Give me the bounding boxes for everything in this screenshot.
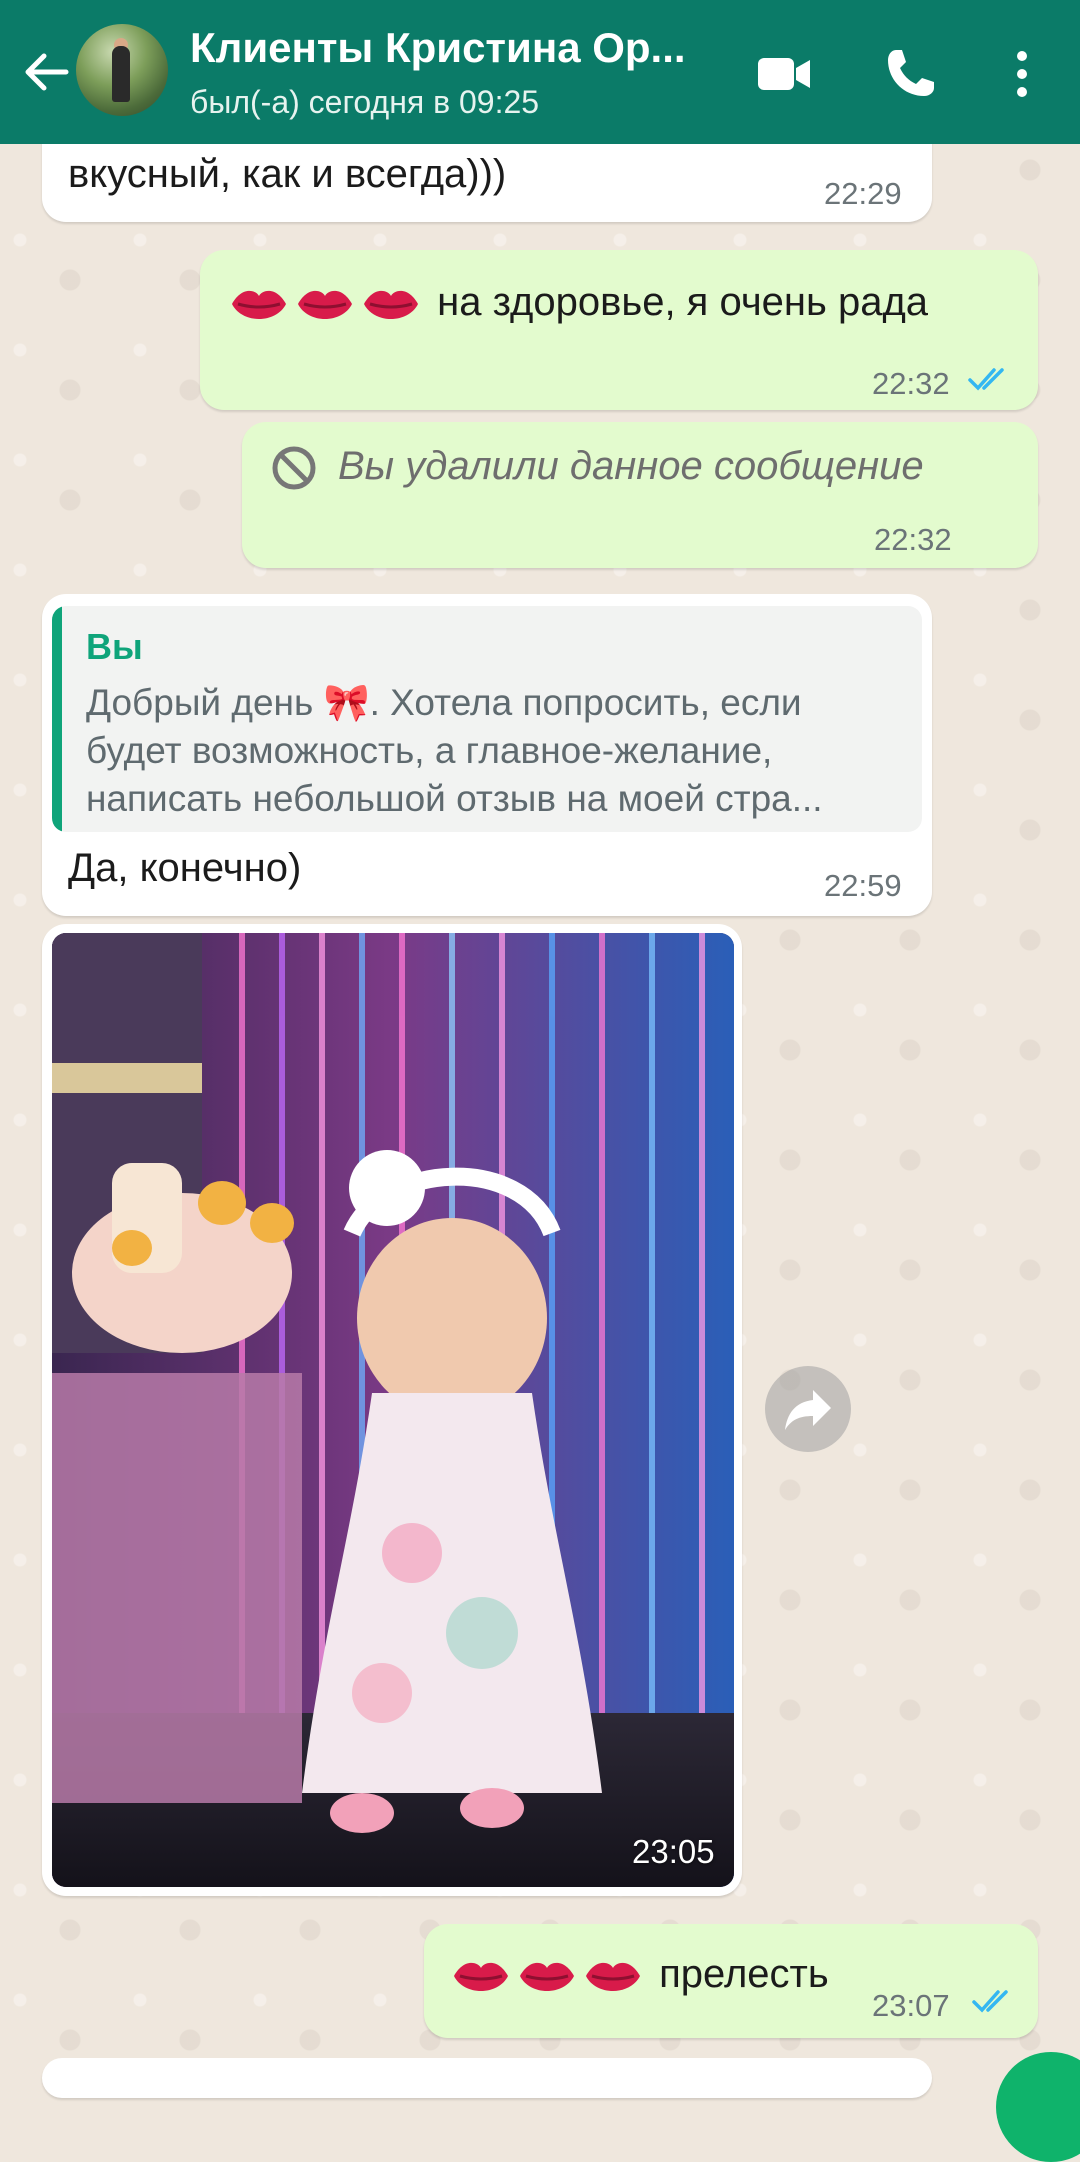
kiss-icon xyxy=(298,291,352,320)
contact-avatar[interactable] xyxy=(76,24,168,116)
chat-header: Клиенты Кристина Ор... был(-а) сегодня в… xyxy=(0,0,1080,144)
quote-line: будет возможность, а главное-желание, xyxy=(86,730,773,771)
chat-photo[interactable]: 23:05 xyxy=(52,933,734,1887)
quote-line: Добрый день 🎀. Хотела попросить, если xyxy=(86,682,802,723)
kiss-emoji-group xyxy=(228,280,437,324)
quote-author: Вы xyxy=(86,626,143,667)
message-text: Да, конечно) xyxy=(68,846,302,890)
video-call-icon[interactable] xyxy=(754,44,814,104)
quote-line: написать небольшой отзыв на моей стра... xyxy=(86,778,823,819)
deleted-icon xyxy=(272,446,316,490)
message-time: 23:07 xyxy=(872,1988,950,2023)
message-time: 22:32 xyxy=(874,522,952,557)
contact-name[interactable]: Клиенты Кристина Ор... xyxy=(190,24,730,72)
kiss-icon xyxy=(454,1963,508,1992)
photo-content xyxy=(52,933,734,1887)
deleted-message[interactable]: Вы удалили данное сообщение 22:32 xyxy=(242,422,1038,568)
forward-icon xyxy=(785,1390,831,1430)
double-check-icon xyxy=(968,368,1004,391)
incoming-message-partial[interactable] xyxy=(42,2058,932,2098)
message-text-body: на здоровье, я очень рада xyxy=(437,280,929,324)
outgoing-message[interactable]: на здоровье, я очень рада 22:32 xyxy=(200,250,1038,410)
phone-icon[interactable] xyxy=(880,44,940,104)
kiss-icon xyxy=(232,291,286,320)
message-text: вкусный, как и всегда))) xyxy=(68,152,507,196)
photo-time: 23:05 xyxy=(632,1833,715,1870)
deleted-message-text: Вы удалили данное сообщение xyxy=(338,444,924,488)
back-arrow-icon[interactable] xyxy=(18,44,74,100)
message-time: 22:32 xyxy=(872,366,950,401)
last-seen-status: был(-а) сегодня в 09:25 xyxy=(190,84,540,120)
message-time: 22:29 xyxy=(824,176,902,211)
outgoing-message[interactable]: прелесть 23:07 xyxy=(424,1924,1038,2038)
double-check-icon xyxy=(972,1990,1008,2013)
more-vert-icon[interactable] xyxy=(1000,44,1044,104)
kiss-emoji-group xyxy=(450,1952,659,1996)
quoted-message[interactable]: Вы Добрый день 🎀. Хотела попросить, если… xyxy=(52,606,922,832)
quote-accent-bar xyxy=(52,606,62,832)
kiss-icon xyxy=(364,291,418,320)
message-text: прелесть xyxy=(450,1952,829,2000)
kiss-icon xyxy=(586,1963,640,1992)
message-time: 22:59 xyxy=(824,868,902,903)
forward-button[interactable] xyxy=(765,1366,851,1452)
kiss-icon xyxy=(520,1963,574,1992)
message-text-body: прелесть xyxy=(659,1952,829,1996)
message-text: на здоровье, я очень рада xyxy=(228,280,928,328)
